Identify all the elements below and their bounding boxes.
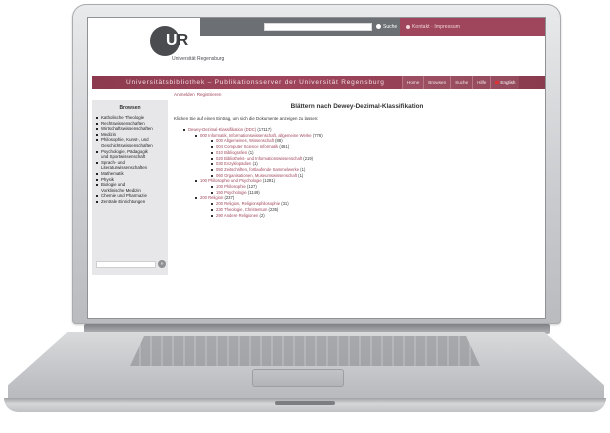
site-title: Universitätsbibliothek – Publikationsser… — [126, 79, 385, 86]
search-icon — [376, 24, 381, 30]
sidebar-item[interactable]: Zentrale Einrichtungen — [96, 199, 168, 205]
nav-tab-help[interactable]: Hilfe — [472, 76, 491, 89]
sidebar-list: Katholische Theologie Rechtswissenschafte… — [92, 115, 168, 205]
contact-link[interactable]: Kontakt · Impressum — [406, 22, 460, 32]
sidebar: Browsen Katholische Theologie Rechtswisse… — [92, 100, 168, 275]
tree-item-count: (461) — [279, 144, 290, 150]
laptop-keyboard — [130, 336, 480, 366]
tree-item-label[interactable]: 100 Philosophie — [216, 184, 246, 189]
laptop-trackpad — [252, 369, 344, 387]
tree-item-count: (1149) — [247, 189, 260, 195]
laptop-screen: Suche Kontakt · Impressum UR Universität… — [88, 18, 545, 318]
tree-item-label[interactable]: 000 Informatik, Informationswissenschaft… — [200, 133, 312, 138]
tree-item-label[interactable]: Dewey-Dezimal-Klassifikation (DDC) — [188, 127, 256, 132]
login-link[interactable]: Anmelden — [174, 92, 195, 97]
main-content: Anmelden Registrieren Blättern nach Dewey… — [174, 92, 540, 312]
tree-item-count: (1291) — [262, 178, 275, 184]
sidebar-search-button[interactable]: » — [158, 260, 166, 268]
tree-item-count: (17117) — [257, 127, 272, 132]
register-link[interactable]: Registrieren — [197, 92, 222, 97]
tree-item-count: (1) — [298, 172, 304, 178]
nav-tabs: Home Browsen Suche Hilfe English — [402, 76, 520, 89]
nav-tab-browse[interactable]: Browsen — [423, 76, 451, 89]
tree-item-label[interactable]: 290 Andere Religionen — [216, 213, 258, 218]
tree-item-label[interactable]: 150 Psychologie — [216, 190, 247, 195]
tree-item-count: (31) — [281, 201, 289, 207]
tree-item-count: (1) — [300, 166, 306, 172]
header-search-button[interactable]: Suche — [376, 22, 397, 32]
university-name: Universität Regensburg — [172, 56, 225, 62]
laptop-latch — [275, 401, 335, 405]
tree-item-count: (219) — [303, 155, 314, 161]
tree-item-label[interactable]: 004 Computer Science Informatik — [216, 144, 278, 149]
tree-item-count: (2) — [259, 212, 265, 218]
tree-item-label[interactable]: 100 Philosophie und Psychologie — [200, 178, 262, 183]
university-logo-letters: UR — [166, 32, 188, 49]
page-title: Blättern nach Dewey-Dezimal-Klassifikati… — [290, 103, 424, 110]
tree-item-count: (1) — [248, 149, 254, 155]
tree-item-label[interactable]: 030 Enzyklopädien — [216, 161, 251, 166]
sidebar-heading: Browsen — [119, 105, 141, 111]
tree-item-count: (1) — [252, 161, 258, 167]
tree-item-label[interactable]: 000 Allgemeines, Wissenschaft — [216, 138, 274, 143]
tree-item-label[interactable]: 200 Religion, Religionsphilosophie — [216, 201, 280, 206]
sidebar-search-input[interactable] — [96, 261, 156, 268]
ddc-tree: Dewey-Dezimal-Klassifikation (DDC) (1711… — [174, 127, 540, 218]
top-bar: Suche Kontakt · Impressum — [200, 18, 545, 36]
tree-item-label[interactable]: 020 Bibliotheks- und Informationswissens… — [216, 156, 302, 161]
bullet-icon — [406, 24, 410, 29]
tree-item[interactable]: 290 Andere Religionen (2) — [174, 213, 540, 219]
tree-item-count: (776) — [312, 132, 323, 138]
site-header: Suche Kontakt · Impressum UR Universität… — [88, 18, 545, 76]
tree-item-count: (88) — [275, 138, 283, 144]
tree-item-count: (235) — [268, 206, 279, 212]
tree-item-count: (237) — [224, 195, 235, 201]
nav-tab-home[interactable]: Home — [402, 76, 424, 89]
page-intro: Klicken Sie auf einen Eintrag, um sich d… — [174, 116, 319, 121]
tree-item-label[interactable]: 200 Religion — [200, 195, 223, 200]
language-switch[interactable]: English — [490, 76, 520, 89]
tree-item-label[interactable]: 060 Organisationen, Museumswissenschaft — [216, 173, 297, 178]
account-links: Anmelden Registrieren — [174, 92, 540, 97]
flag-icon — [495, 81, 500, 85]
tree-item-label[interactable]: 010 Bibliografien — [216, 150, 247, 155]
nav-tab-search[interactable]: Suche — [450, 76, 473, 89]
header-search-input[interactable] — [264, 23, 372, 31]
tree-item-label[interactable]: 050 Zeitschriften, fortlaufende Sammelwe… — [216, 167, 299, 172]
tree-item-label[interactable]: 230 Theologie, Christentum — [216, 207, 267, 212]
nav-bar: Universitätsbibliothek – Publikationsser… — [92, 76, 545, 89]
tree-item-count: (127) — [246, 184, 257, 190]
